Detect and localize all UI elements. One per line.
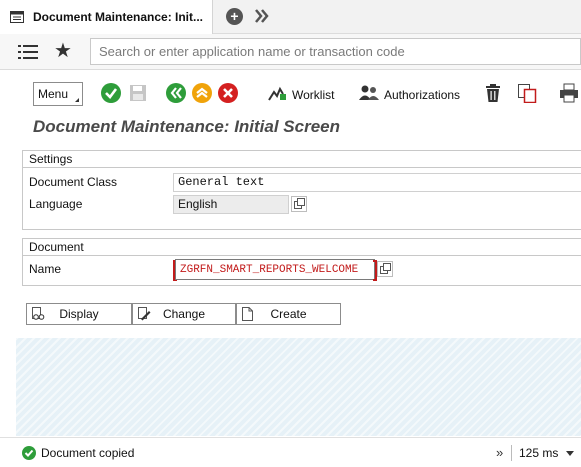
document-group-title: Document: [23, 239, 581, 256]
users-icon[interactable]: [359, 83, 379, 103]
menu-button[interactable]: Menu: [33, 82, 83, 106]
menu-label: Menu: [38, 87, 69, 101]
create-label: Create: [270, 307, 307, 321]
add-tab-icon[interactable]: +: [226, 8, 243, 25]
cancel-icon[interactable]: [218, 83, 238, 103]
change-button[interactable]: Change: [132, 303, 236, 325]
delete-icon[interactable]: [483, 83, 503, 103]
tab-title: Document Maintenance: Init...: [33, 10, 203, 24]
display-button[interactable]: Display: [26, 303, 132, 325]
tab-bar: Document Maintenance: Init... +: [0, 0, 581, 34]
authorizations-button[interactable]: Authorizations: [384, 88, 460, 102]
name-value-help-icon[interactable]: [377, 261, 393, 277]
menu-caret-icon: [75, 98, 79, 102]
language-row: Language English: [23, 194, 581, 215]
back-icon[interactable]: [166, 83, 186, 103]
exit-icon[interactable]: [192, 83, 212, 103]
list-menu-icon[interactable]: [18, 44, 38, 60]
worklist-button[interactable]: Worklist: [292, 88, 334, 102]
language-field[interactable]: English: [173, 195, 289, 214]
chevron-down-icon[interactable]: [566, 451, 574, 456]
name-row: Name: [23, 259, 581, 281]
document-group: Document Name: [22, 238, 581, 286]
star-icon[interactable]: ★: [54, 40, 72, 62]
double-chevron-right-icon[interactable]: [254, 6, 270, 26]
status-more-icon[interactable]: »: [496, 445, 503, 460]
change-label: Change: [162, 307, 206, 321]
display-label: Display: [59, 307, 99, 321]
empty-area-pattern: [16, 338, 581, 436]
save-icon: [128, 83, 148, 103]
name-label: Name: [29, 262, 62, 276]
name-input[interactable]: [175, 259, 375, 280]
status-divider: [511, 445, 512, 461]
value-help-icon[interactable]: [291, 196, 307, 212]
window-icon: [10, 11, 24, 23]
page-title: Document Maintenance: Initial Screen: [33, 117, 341, 136]
status-message[interactable]: Document copied: [41, 446, 134, 460]
language-label: Language: [29, 197, 83, 211]
copy-document-icon[interactable]: [517, 83, 537, 104]
settings-group: Settings Document Class General text Lan…: [22, 150, 581, 230]
tab-document-maintenance[interactable]: Document Maintenance: Init...: [0, 0, 213, 34]
check-icon[interactable]: [101, 83, 121, 103]
document-class-label: Document Class: [29, 175, 118, 189]
command-bar: ★: [0, 34, 581, 70]
document-class-field[interactable]: General text: [173, 173, 581, 192]
worklist-icon[interactable]: [268, 83, 288, 103]
create-button[interactable]: Create: [236, 303, 341, 325]
print-icon[interactable]: [559, 83, 579, 103]
status-bar: Document copied » 125 ms: [0, 437, 581, 467]
document-class-row: Document Class General text: [23, 172, 581, 193]
settings-group-title: Settings: [23, 151, 581, 168]
search-input[interactable]: [90, 38, 581, 65]
toolbar: Menu Worklist Authorizations: [0, 71, 581, 116]
success-check-icon: [22, 446, 36, 460]
response-time: 125 ms: [519, 446, 559, 460]
